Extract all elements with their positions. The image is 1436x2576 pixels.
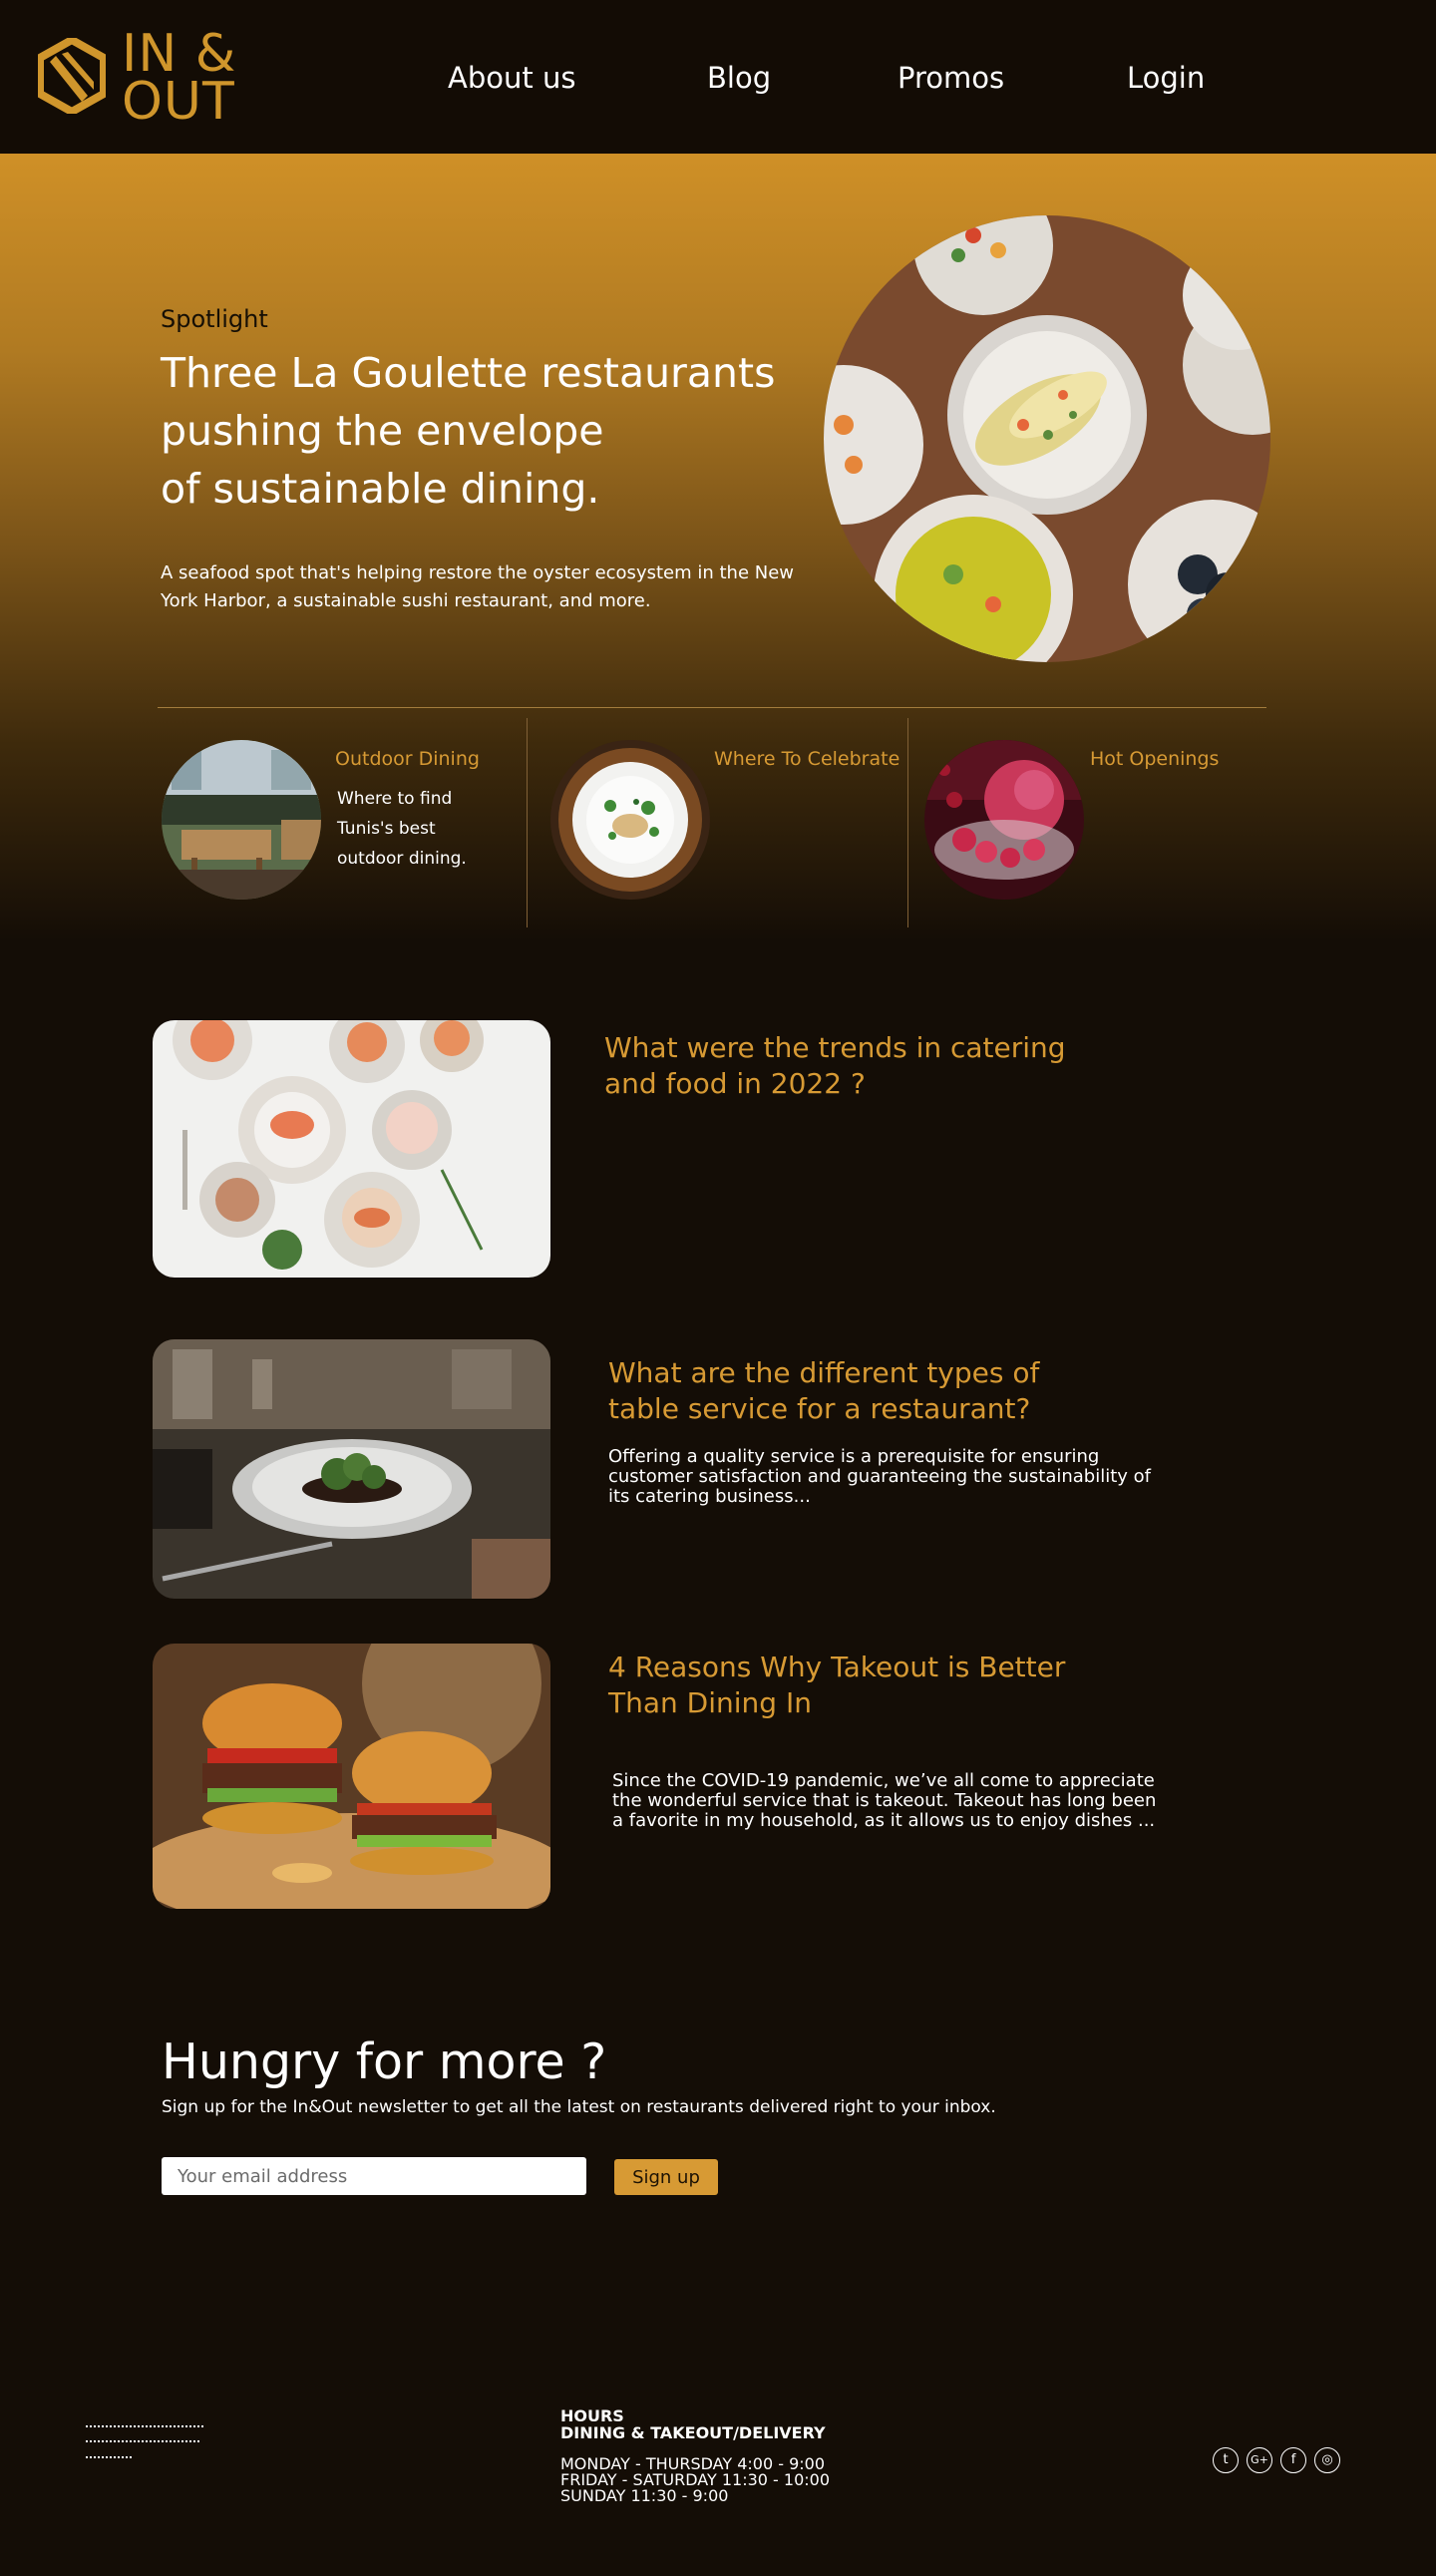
article-title-takeout[interactable]: 4 Reasons Why Takeout is Better Than Din… xyxy=(608,1650,1167,1721)
footer-hours-heading: HOURS DINING & TAKEOUT/DELIVERY xyxy=(560,2407,826,2441)
spotlight-title-line1: Three La Goulette restaurants xyxy=(161,349,776,397)
spotlight-title-line2: pushing the envelope xyxy=(161,407,604,455)
article-title-line1: What are the different types of xyxy=(608,1356,1040,1389)
article-title-line2: table service for a restaurant? xyxy=(608,1392,1031,1425)
google-plus-icon[interactable]: G+ xyxy=(1247,2447,1272,2473)
spotlight-title-line3: of sustainable dining. xyxy=(161,465,600,513)
article-description-table-service: Offering a quality service is a prerequi… xyxy=(608,1447,1167,1507)
spotlight-title[interactable]: Three La Goulette restaurants pushing th… xyxy=(161,344,799,518)
spotlight-description: A seafood spot that's helping restore th… xyxy=(161,562,795,611)
article-title-line2: and food in 2022 ? xyxy=(604,1067,866,1100)
article-description-line3: a favorite in my household, as it allows… xyxy=(612,1810,1156,1831)
article-image-table-service[interactable] xyxy=(153,1339,550,1599)
instagram-icon[interactable]: ◎ xyxy=(1314,2447,1340,2473)
newsletter-subtitle: Sign up for the In&Out newsletter to get… xyxy=(162,2097,996,2117)
article-description-line3: its catering business... xyxy=(608,1486,811,1507)
article-title-line2: Than Dining In xyxy=(608,1686,812,1719)
article-description-line2: customer satisfaction and guaranteeing t… xyxy=(608,1466,1152,1487)
spotlight-image[interactable] xyxy=(824,215,1270,662)
article-description-line2: the wonderful service that is takeout. T… xyxy=(612,1790,1157,1811)
footer-dotted-line xyxy=(86,2425,203,2427)
hero-divider xyxy=(158,707,1266,708)
spotlight-label: Spotlight xyxy=(161,305,268,333)
newsletter-email-input[interactable] xyxy=(162,2157,586,2195)
category-title-outdoor-dining[interactable]: Outdoor Dining xyxy=(335,748,480,770)
article-description-takeout: Since the COVID-19 pandemic, we’ve all c… xyxy=(612,1771,1171,1831)
footer-hours-list: MONDAY - THURSDAY 4:00 - 9:00 FRIDAY - S… xyxy=(560,2456,830,2504)
category-description-outdoor-dining: Where to find Tunis's best outdoor dinin… xyxy=(337,789,467,869)
nav-about-us[interactable]: About us xyxy=(448,58,575,98)
logo[interactable]: IN & OUT xyxy=(38,28,237,128)
nav-blog[interactable]: Blog xyxy=(707,58,771,98)
category-title-where-to-celebrate[interactable]: Where To Celebrate xyxy=(714,748,899,770)
facebook-icon[interactable]: f xyxy=(1280,2447,1306,2473)
article-description-line1: Offering a quality service is a prerequi… xyxy=(608,1446,1100,1467)
category-separator xyxy=(907,718,908,927)
article-title-line1: What were the trends in catering xyxy=(604,1031,1066,1064)
article-image-catering-trends[interactable] xyxy=(153,1020,550,1278)
logo-text-line1: IN & xyxy=(122,24,237,84)
newsletter-signup-button[interactable]: Sign up xyxy=(614,2159,718,2195)
logo-text-line2: OUT xyxy=(122,72,235,132)
article-image-takeout[interactable] xyxy=(153,1644,550,1909)
category-title-hot-openings[interactable]: Hot Openings xyxy=(1090,748,1219,770)
logo-text: IN & OUT xyxy=(122,24,237,132)
article-title-line1: 4 Reasons Why Takeout is Better xyxy=(608,1651,1066,1683)
footer-dotted-line xyxy=(86,2456,132,2458)
nav-login[interactable]: Login xyxy=(1127,58,1205,98)
hours-line: SUNDAY 11:30 - 9:00 xyxy=(560,2486,729,2505)
article-title-table-service[interactable]: What are the different types of table se… xyxy=(608,1355,1167,1427)
nav-promos[interactable]: Promos xyxy=(898,58,1004,98)
top-nav: IN & OUT About us Blog Promos Login xyxy=(0,0,1436,154)
category-image-hot-openings[interactable] xyxy=(924,740,1084,900)
article-description-line1: Since the COVID-19 pandemic, we’ve all c… xyxy=(612,1770,1155,1791)
logo-mark-icon xyxy=(38,38,106,114)
newsletter-title: Hungry for more ? xyxy=(162,2033,607,2090)
twitter-icon[interactable]: t xyxy=(1213,2447,1239,2473)
category-separator xyxy=(527,718,528,927)
category-image-where-to-celebrate[interactable] xyxy=(550,740,710,900)
article-title-catering-trends[interactable]: What were the trends in catering and foo… xyxy=(604,1030,1163,1102)
category-image-outdoor-dining[interactable] xyxy=(162,740,321,900)
footer-dotted-line xyxy=(86,2440,199,2442)
hours-subheading: DINING & TAKEOUT/DELIVERY xyxy=(560,2423,826,2442)
hours-heading: HOURS xyxy=(560,2406,624,2425)
